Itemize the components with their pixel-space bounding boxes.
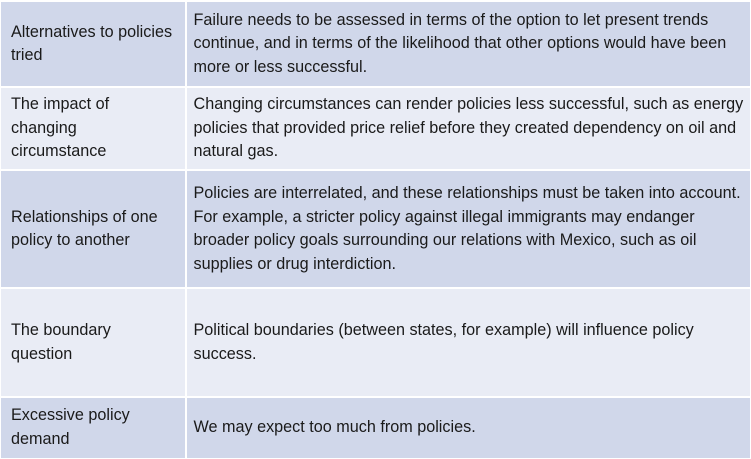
table-row: The boundary question Political boundari… bbox=[0, 287, 751, 398]
row-label: The boundary question bbox=[0, 287, 187, 398]
table-row: Excessive policy demand We may expect to… bbox=[0, 396, 751, 459]
table-row: Relationships of one policy to another P… bbox=[0, 169, 751, 289]
row-description: Policies are interrelated, and these rel… bbox=[185, 169, 751, 289]
row-description: We may expect too much from policies. bbox=[185, 396, 751, 459]
row-description: Changing circumstances can render polici… bbox=[185, 86, 751, 171]
row-label: Relationships of one policy to another bbox=[0, 169, 187, 289]
policy-failure-table: Alternatives to policies tried Failure n… bbox=[0, 0, 751, 459]
row-label: The impact of changing circumstance bbox=[0, 86, 187, 171]
row-description: Political boundaries (between states, fo… bbox=[185, 287, 751, 398]
table-row: Alternatives to policies tried Failure n… bbox=[0, 0, 751, 88]
row-label: Alternatives to policies tried bbox=[0, 0, 187, 88]
row-label: Excessive policy demand bbox=[0, 396, 187, 459]
row-description: Failure needs to be assessed in terms of… bbox=[185, 0, 751, 88]
table-row: The impact of changing circumstance Chan… bbox=[0, 86, 751, 171]
